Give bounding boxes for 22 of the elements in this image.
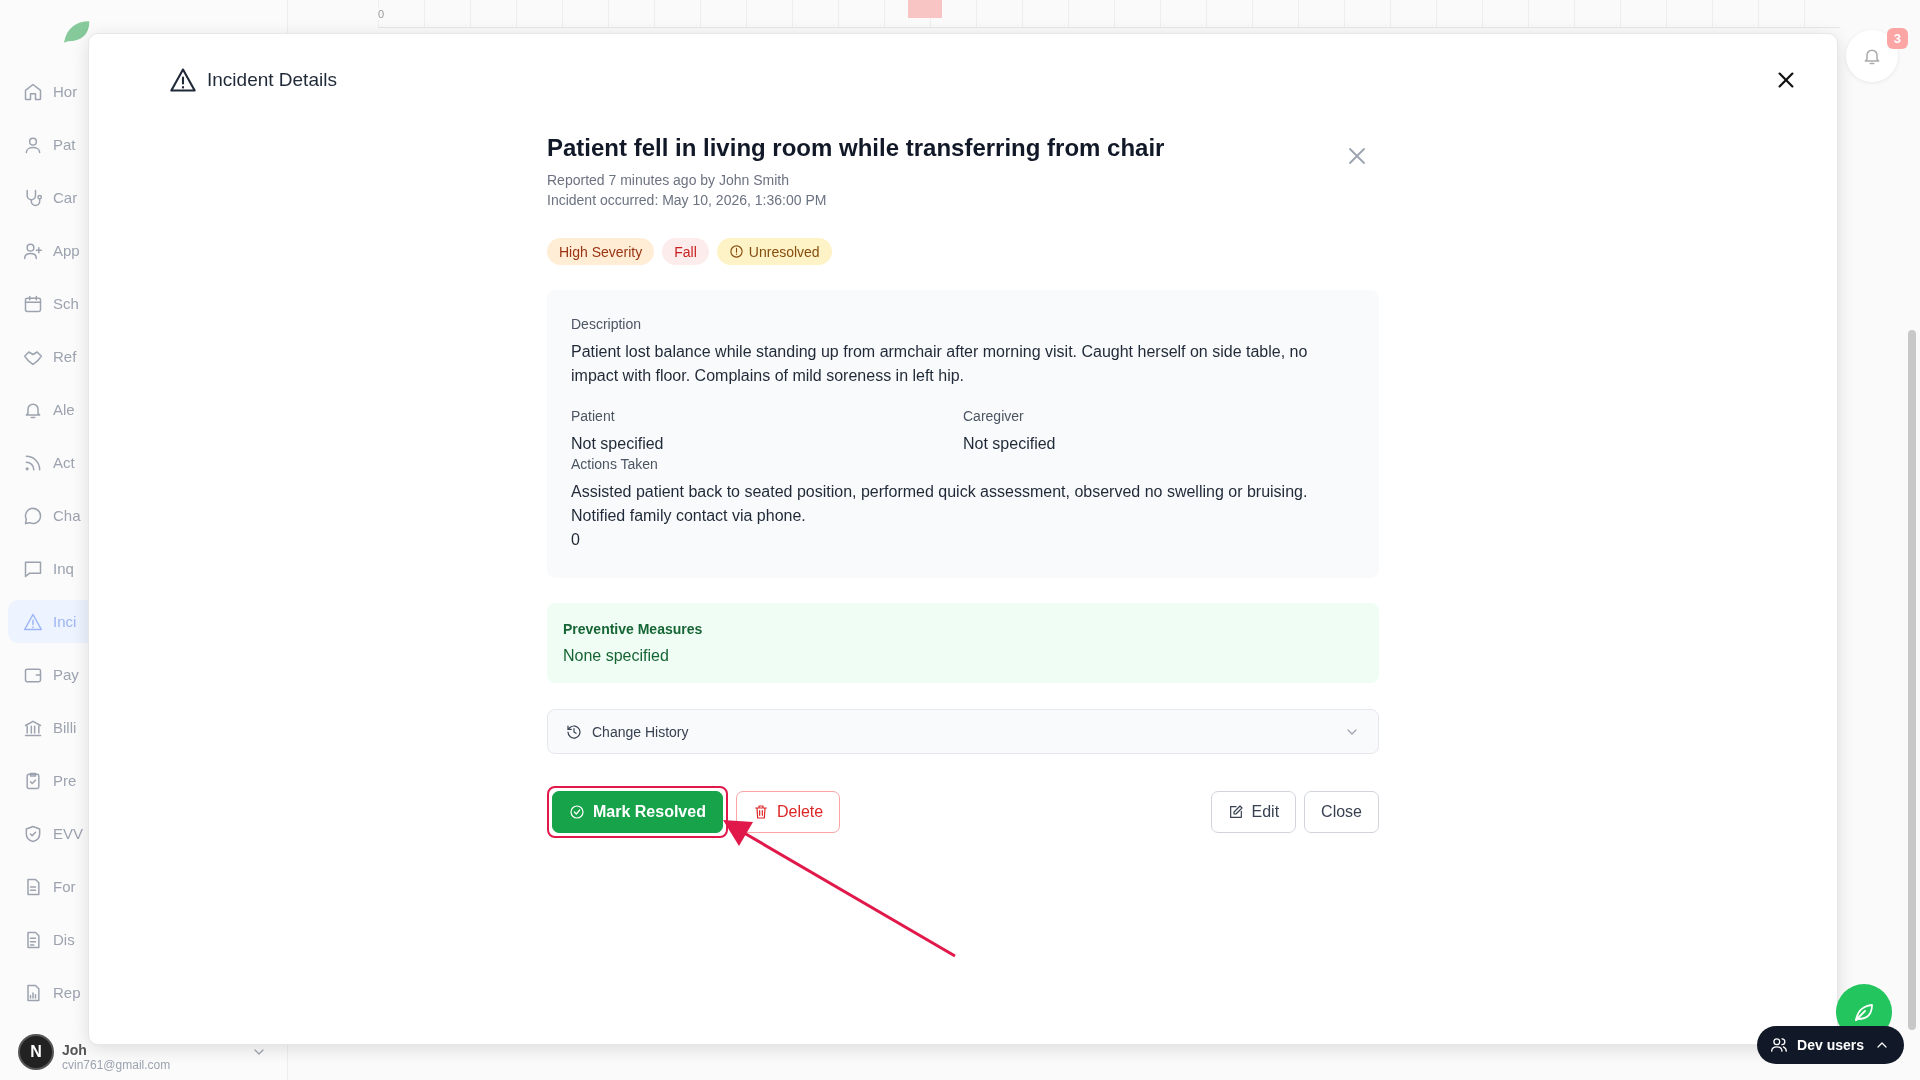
user-email: cvin761@gmail.com — [62, 1058, 172, 1072]
notification-badge: 3 — [1886, 28, 1908, 49]
field-value: 0 — [571, 530, 581, 550]
dialog-title: Incident Details — [207, 69, 338, 91]
field-value: Patient lost balance while standing up from armchair after morning visit. Caught herself on side table, no impact with floor. Complains of mild soreness in left hip. — [571, 342, 1309, 386]
incident-title: Patient fell in living room while transferring from chair — [547, 134, 1165, 162]
user-name: Joh — [62, 1041, 88, 1058]
field-value: Not specified — [963, 434, 1057, 454]
field-value: Assisted patient back to seated position, performed quick assessment, observed no swelling or bruising. Notified family contact via phone. — [571, 482, 1309, 526]
user-avatar: N — [18, 1034, 54, 1070]
field-label: Actions Taken — [571, 456, 659, 472]
tag: Unresolved — [716, 238, 832, 265]
field-value: None specified — [563, 647, 670, 665]
tag: Fall — [662, 238, 709, 265]
occurred-text: Incident occurred: May 10, 2026, 1:36:00 PM — [547, 191, 828, 210]
field-label: Description — [571, 316, 643, 332]
tag: High Severity — [547, 238, 655, 265]
field-label: Caregiver — [963, 408, 1025, 424]
field-value: Not specified — [571, 434, 665, 454]
reported-text: Reported 7 minutes ago by John Smith — [547, 171, 791, 190]
field-label: Preventive Measures — [563, 621, 704, 637]
field-label: Patient — [571, 408, 616, 424]
